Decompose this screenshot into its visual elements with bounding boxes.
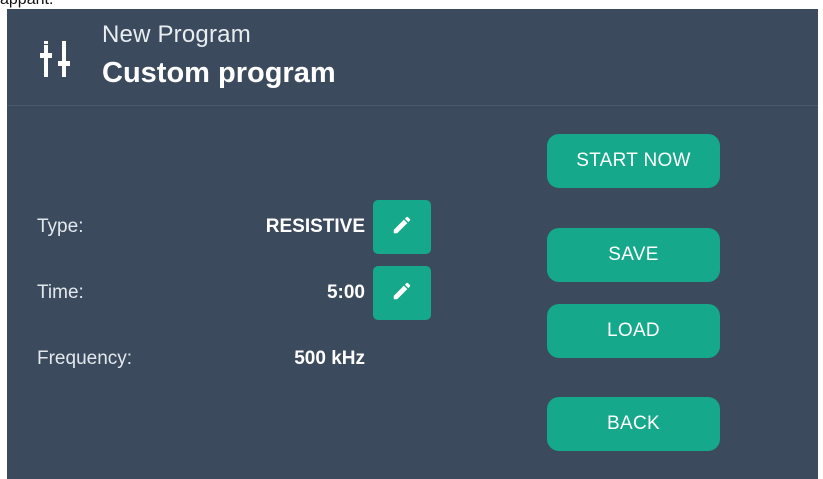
top-edge-fragment: appant. [0,0,53,9]
sliders-icon [37,41,77,81]
back-button[interactable]: BACK [547,397,720,451]
load-button[interactable]: LOAD [547,304,720,358]
type-label: Type: [37,216,84,237]
time-value: 5:00 [326,282,365,303]
header-subtitle: New Program [102,21,251,48]
edit-type-button[interactable] [373,200,431,254]
pencil-icon [391,280,413,307]
save-button[interactable]: SAVE [547,228,720,282]
frequency-value: 500 kHz [294,348,365,369]
pencil-icon [391,214,413,241]
edit-time-button[interactable] [373,266,431,320]
frequency-label: Frequency: [37,348,133,369]
start-now-button[interactable]: START NOW [547,134,720,188]
header-divider [7,105,818,106]
program-panel: New Program Custom program Type: RESISTI… [7,9,818,479]
time-label: Time: [37,282,84,303]
type-value: RESISTIVE [265,216,365,237]
page-title: Custom program [102,57,336,89]
